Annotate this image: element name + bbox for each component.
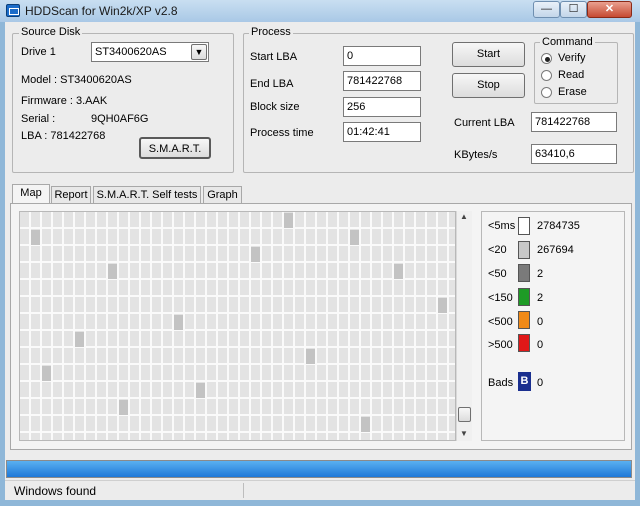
status-bar: Windows found: [5, 480, 635, 500]
firmware-text: Firmware : 3.AAK: [21, 95, 108, 107]
model-text: Model : ST3400620AS: [21, 74, 132, 86]
legend-count-50: 2: [537, 268, 544, 280]
source-disk-label: Source Disk: [19, 26, 83, 38]
legend-label-150: <150: [488, 292, 513, 304]
slow-block: [174, 315, 183, 330]
scroll-up-icon[interactable]: ▲: [460, 212, 468, 221]
erase-label: Erase: [558, 86, 587, 98]
legend-label-20: <20: [488, 244, 507, 256]
slow-block: [284, 213, 293, 228]
tab-report[interactable]: Report: [51, 186, 91, 204]
process-label: Process: [249, 26, 293, 38]
slow-block: [31, 230, 40, 245]
slow-block: [438, 298, 447, 313]
legend-count-20: 267694: [537, 244, 574, 256]
window-title: HDDScan for Win2k/XP v2.8: [25, 4, 178, 18]
slow-block: [108, 264, 117, 279]
kbytes-label: KBytes/s: [454, 149, 498, 161]
end-lba-field[interactable]: 781422768: [343, 71, 421, 91]
tab-map[interactable]: Map: [12, 184, 50, 204]
swatch-over-500: [518, 334, 530, 352]
drive-select[interactable]: ST3400620AS ▼: [91, 42, 209, 62]
slow-block: [306, 349, 315, 364]
title-bar: HDDScan for Win2k/XP v2.8 — ☐ ✕: [0, 0, 640, 22]
swatch-20: [518, 241, 530, 259]
slow-block: [119, 400, 128, 415]
progress-fill: [7, 461, 631, 477]
slow-block: [196, 383, 205, 398]
legend-panel: <5ms 2784735 <20 267694 <50 2 <150 2 <50…: [481, 211, 625, 441]
stop-button[interactable]: Stop: [452, 73, 525, 98]
command-label: Command: [540, 36, 595, 48]
slow-block: [361, 417, 370, 432]
verify-label: Verify: [558, 52, 586, 64]
maximize-button[interactable]: ☐: [560, 1, 587, 18]
current-lba-label: Current LBA: [454, 117, 515, 129]
close-button[interactable]: ✕: [587, 1, 632, 18]
legend-label-over-500: >500: [488, 339, 513, 351]
legend-label-500: <500: [488, 316, 513, 328]
scroll-down-icon[interactable]: ▼: [460, 429, 468, 438]
minimize-button[interactable]: —: [533, 1, 560, 18]
kbytes-field: 63410,6: [531, 144, 617, 164]
progress-bar: [6, 460, 632, 478]
swatch-50: [518, 264, 530, 282]
start-lba-field[interactable]: 0: [343, 46, 421, 66]
slow-block: [394, 264, 403, 279]
legend-count-500: 0: [537, 316, 544, 328]
legend-label-50: <50: [488, 268, 507, 280]
end-lba-label: End LBA: [250, 78, 294, 90]
tab-smart-self-tests[interactable]: S.M.A.R.T. Self tests: [93, 186, 201, 204]
serial-label: Serial :: [21, 113, 56, 125]
map-scrollbar[interactable]: ▲ ▼: [456, 211, 472, 441]
bads-count: 0: [537, 377, 544, 389]
drive-label: Drive 1: [21, 46, 56, 58]
slow-block: [42, 366, 51, 381]
slow-block: [251, 247, 260, 262]
scroll-thumb[interactable]: [458, 407, 471, 422]
lba-text: LBA : 781422768: [21, 130, 106, 142]
legend-count-5ms: 2784735: [537, 220, 580, 232]
start-lba-label: Start LBA: [250, 51, 298, 63]
process-time-field: 01:42:41: [343, 122, 421, 142]
tab-graph[interactable]: Graph: [203, 186, 242, 204]
verify-radio[interactable]: [541, 53, 552, 64]
read-radio[interactable]: [541, 70, 552, 81]
status-text: Windows found: [14, 484, 97, 498]
chevron-down-icon[interactable]: ▼: [191, 44, 207, 60]
slow-block: [75, 332, 84, 347]
process-time-label: Process time: [250, 127, 314, 139]
swatch-5ms: [518, 217, 530, 235]
drive-select-value: ST3400620AS: [95, 46, 167, 58]
start-button[interactable]: Start: [452, 42, 525, 67]
swatch-150: [518, 288, 530, 306]
read-label: Read: [558, 69, 585, 81]
swatch-500: [518, 311, 530, 329]
legend-label-5ms: <5ms: [488, 220, 516, 232]
current-lba-field: 781422768: [531, 112, 617, 132]
app-icon: [6, 4, 20, 17]
slow-block: [350, 230, 359, 245]
legend-count-over-500: 0: [537, 339, 544, 351]
erase-radio[interactable]: [541, 87, 552, 98]
bads-icon: B: [518, 372, 531, 391]
status-divider: [243, 483, 244, 498]
block-map: [19, 211, 456, 441]
bads-label: Bads: [488, 377, 514, 389]
block-size-field[interactable]: 256: [343, 97, 421, 117]
serial-value: 9QH0AF6G: [91, 113, 149, 125]
block-size-label: Block size: [250, 101, 300, 113]
smart-button[interactable]: S.M.A.R.T.: [139, 137, 211, 159]
legend-count-150: 2: [537, 292, 544, 304]
